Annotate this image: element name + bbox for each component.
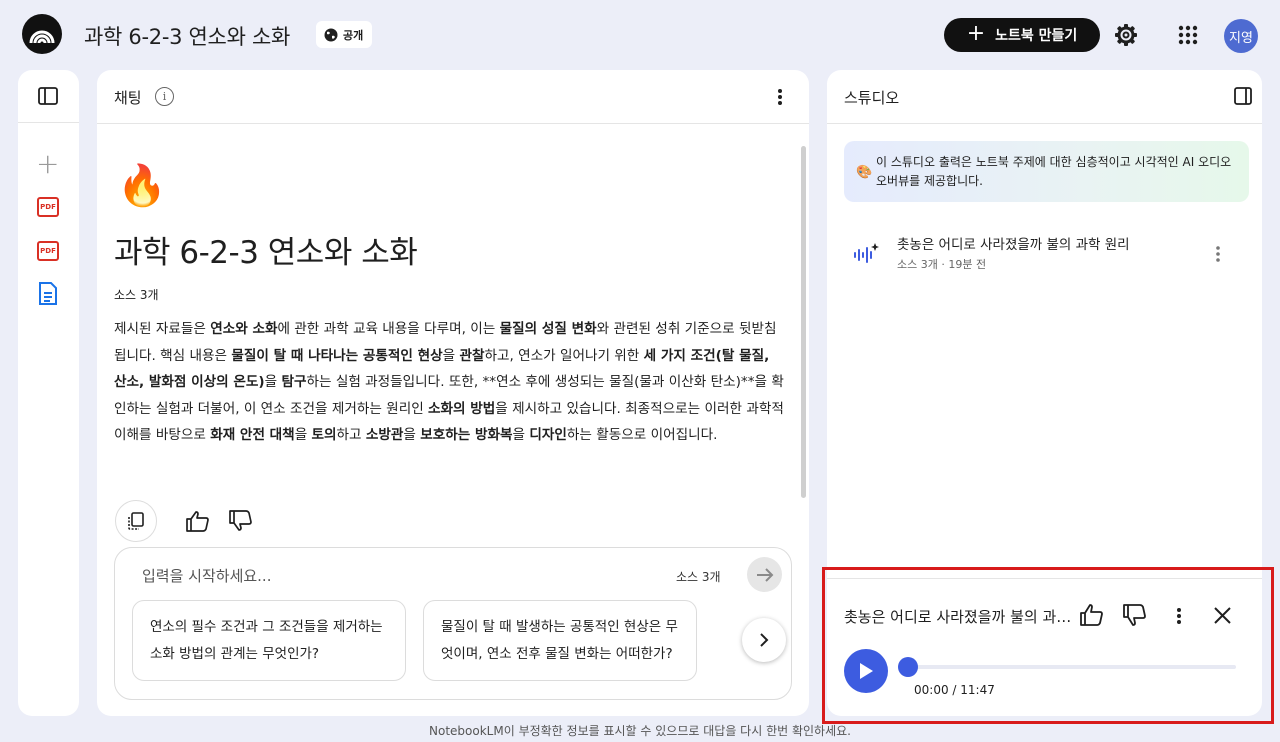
more-vert-icon[interactable] [1213,244,1223,264]
visibility-chip[interactable]: 공개 [316,21,373,48]
summary-text: 을 [442,347,460,364]
gear-icon[interactable] [1112,21,1140,49]
divider [97,123,809,124]
chat-scrollbar[interactable] [801,146,806,498]
chat-panel-title: 채팅 [114,89,142,107]
summary-text: 을 [294,427,312,444]
summary-bold-text: 관찰 [459,347,485,364]
notebook-summary: 제시된 자료들은 연소와 소화에 관한 과학 교육 내용을 다루며, 이는 물질… [114,316,786,449]
summary-bold-text: 소방관 [365,427,404,444]
divider [18,122,79,123]
summary-text: 을 [264,374,282,391]
summary-bold-text: 소화의 방법 [428,400,496,417]
create-notebook-label: 노트북 만들기 [995,28,1078,44]
globe-icon [324,28,338,41]
arrow-right-icon [756,567,773,582]
divider [827,123,1262,124]
summary-bold-text: 탐구 [281,374,307,391]
studio-info-banner: 🎨 이 스튜디오 출력은 노트북 주제에 대한 심층적이고 시각적인 AI 오디… [844,141,1249,202]
annotation-highlight-box [822,567,1274,724]
audio-overview-meta: 소스 3개 · 19분 전 [897,258,987,271]
more-vert-icon[interactable] [775,86,785,108]
plus-icon: + [966,21,986,46]
copy-to-note-button[interactable] [115,500,157,542]
panel-toggle-icon[interactable] [1234,87,1252,105]
pdf-icon[interactable]: PDF [37,241,59,261]
pdf-icon[interactable]: PDF [37,197,59,217]
next-suggestions-button[interactable] [742,618,786,662]
chat-input-box[interactable]: 입력을 시작하세요... 소스 3개 연소의 필수 조건과 그 조건들을 제거하… [114,547,792,700]
info-icon[interactable]: i [155,87,174,106]
notebooklm-logo-icon[interactable] [22,14,62,54]
chat-panel: 채팅 i 🔥 과학 6-2-3 연소와 소화 소스 3개 제시된 자료들은 연소… [97,70,809,716]
source-count: 소스 3개 [114,288,159,302]
thumb-down-icon[interactable] [228,510,253,532]
summary-bold-text: 화재 안전 대책 [210,427,295,444]
summary-text: 하는 활동으로 이어집니다. [566,427,718,444]
chat-input[interactable]: 입력을 시작하세요... [142,565,271,586]
notebook-title[interactable]: 과학 6-2-3 연소와 소화 [84,21,290,51]
app-header: 과학 6-2-3 연소와 소화 공개 + 노트북 만들기 지영 [0,0,1280,70]
create-notebook-button[interactable]: + 노트북 만들기 [944,18,1100,52]
summary-text: 을 [512,427,530,444]
summary-bold-text: 보호하는 방화복 [420,427,513,444]
summary-text: 제시된 자료들은 [114,321,211,337]
fire-emoji-icon: 🔥 [117,163,167,209]
summary-text: 하고 [336,427,366,444]
notebook-heading: 과학 6-2-3 연소와 소화 [114,235,418,271]
audio-overview-title[interactable]: 촛농은 어디로 사라졌을까 불의 과학 원리 [897,233,1130,253]
summary-bold-text: 토의 [311,427,337,444]
document-icon[interactable] [39,282,57,305]
copy-icon [128,512,144,530]
summary-bold-text: 물질의 성질 변화 [499,321,597,337]
audio-overview-icon [854,243,879,263]
panel-toggle-icon[interactable] [38,87,58,105]
chevron-right-icon [760,633,769,647]
summary-bold-text: 디자인 [529,427,567,444]
summary-bold-text: 연소와 소화 [210,321,278,337]
summary-bold-text: 물질이 탈 때 나타나는 공통적인 현상 [231,347,443,364]
visibility-label: 공개 [343,28,364,42]
avatar[interactable]: 지영 [1224,19,1258,53]
studio-panel-title: 스튜디오 [844,89,900,107]
sources-sidebar: + PDF PDF [18,70,79,716]
thumb-up-icon[interactable] [185,510,210,532]
send-button[interactable] [747,557,782,592]
footer-disclaimer: NotebookLM이 부정확한 정보를 표시할 수 있으므로 대답을 다시 한… [429,724,851,738]
add-source-button[interactable]: + [36,150,59,178]
palette-icon: 🎨 [856,165,873,180]
summary-text: 을 [403,427,421,444]
summary-text: 에 관한 과학 교육 내용을 다루며, 이는 [277,321,500,337]
suggested-question[interactable]: 연소의 필수 조건과 그 조건들을 제거하는 소화 방법의 관계는 무엇인가? [132,600,406,681]
input-source-count: 소스 3개 [676,570,721,584]
banner-text: 이 스튜디오 출력은 노트북 주제에 대한 심층적이고 시각적인 AI 오디오 … [876,155,1232,188]
apps-grid-icon[interactable] [1174,21,1202,49]
suggested-question[interactable]: 물질이 탈 때 발생하는 공통적인 현상은 무엇이며, 연소 전후 물질 변화는… [423,600,697,681]
summary-text: 하고, 연소가 일어나기 위한 [484,347,644,364]
